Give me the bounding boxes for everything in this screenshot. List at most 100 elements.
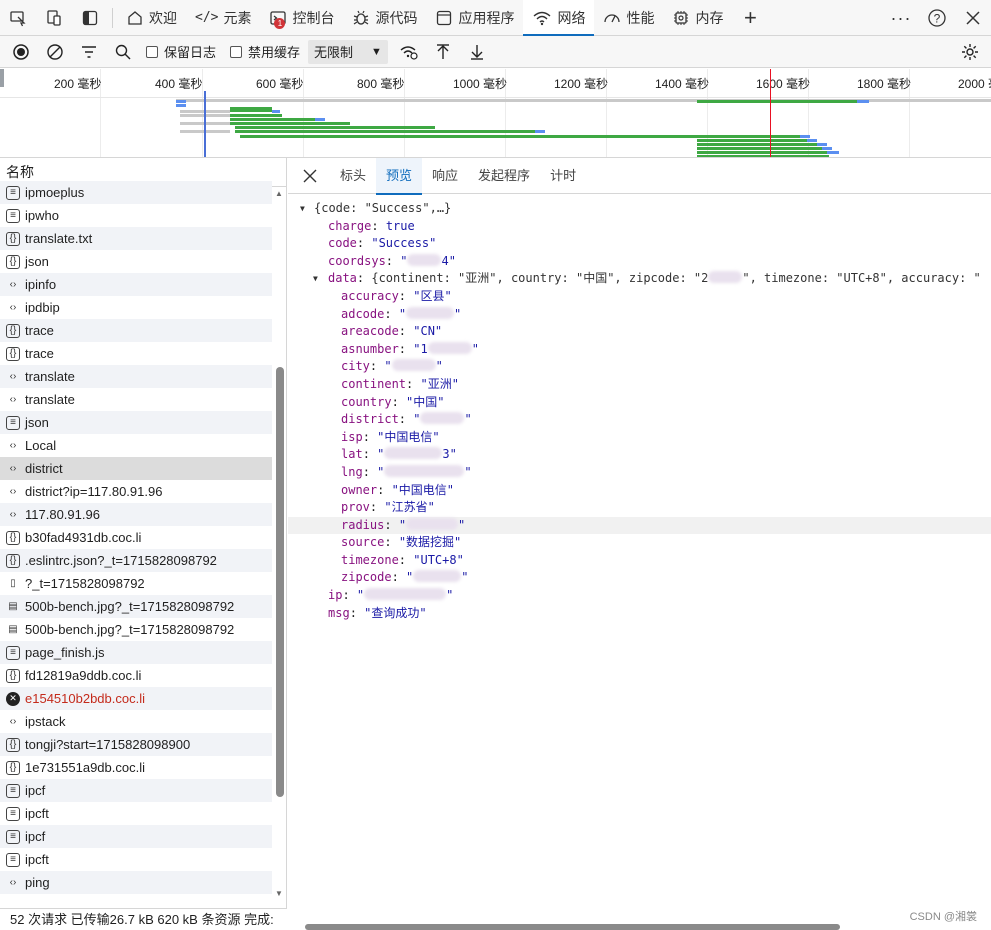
record-icon[interactable]	[4, 37, 38, 67]
help-icon[interactable]: ?	[919, 0, 955, 36]
request-row[interactable]: {} json	[0, 250, 272, 273]
tab-sources[interactable]: 源代码	[343, 0, 426, 36]
json-line-data[interactable]: ▼ data: {continent: "亚洲", country: "中国",…	[288, 270, 991, 288]
dock-side-icon[interactable]	[72, 0, 108, 36]
scrollbar-thumb[interactable]	[276, 367, 284, 797]
tab-console[interactable]: 1 控制台	[260, 0, 343, 36]
request-row[interactable]: ▤ 500b-bench.jpg?_t=1715828098792	[0, 618, 272, 641]
request-row[interactable]: ‹› district?ip=117.80.91.96	[0, 480, 272, 503]
request-row[interactable]: ‹› Local	[0, 434, 272, 457]
settings-gear-icon[interactable]	[953, 37, 987, 67]
more-options-icon[interactable]: ···	[883, 0, 919, 36]
request-row[interactable]: ≡ ipcft	[0, 848, 272, 871]
console-error-badge: 1	[274, 17, 286, 29]
request-list-scrollbar[interactable]: ▲ ▼	[273, 187, 286, 900]
close-devtools-icon[interactable]	[955, 0, 991, 36]
timeline-tick: 600 毫秒	[256, 77, 304, 91]
request-row[interactable]: ‹› district	[0, 457, 272, 480]
request-row[interactable]: ≡ ipcft	[0, 802, 272, 825]
tab-initiator[interactable]: 发起程序	[468, 158, 540, 194]
throttling-select[interactable]: 无限制 ▼	[308, 39, 388, 64]
expand-triangle-icon[interactable]: ▼	[313, 270, 318, 288]
tab-application[interactable]: 应用程序	[426, 0, 523, 36]
code-icon: ‹›	[9, 394, 17, 405]
close-detail-icon[interactable]	[296, 158, 324, 194]
filter-icon[interactable]	[72, 37, 106, 67]
request-row[interactable]: ‹› translate	[0, 365, 272, 388]
request-row[interactable]: {} fd12819a9ddb.coc.li	[0, 664, 272, 687]
code-icon: ‹›	[9, 716, 17, 727]
request-row[interactable]: ‹› ipstack	[0, 710, 272, 733]
request-row[interactable]: {} b30fad4931db.coc.li	[0, 526, 272, 549]
tab-preview[interactable]: 预览	[376, 157, 423, 195]
json-value-tail: 4"	[441, 253, 456, 268]
request-row[interactable]: ‹› translate	[0, 388, 272, 411]
tab-headers[interactable]: 标头	[330, 158, 376, 194]
request-row[interactable]: ▯ ?_t=1715828098792	[0, 572, 272, 595]
preserve-log-label: 保留日志	[164, 45, 217, 60]
inspect-element-icon[interactable]	[0, 0, 36, 36]
tab-network[interactable]: 网络	[523, 0, 595, 37]
request-row[interactable]: ‹› ipdbip	[0, 296, 272, 319]
disable-cache-box[interactable]	[230, 45, 243, 58]
json-key: source	[341, 535, 385, 550]
request-row[interactable]: ✕ e154510b2bdb.coc.li	[0, 687, 272, 710]
tab-response[interactable]: 响应	[422, 158, 468, 194]
json-value: "	[400, 253, 408, 268]
request-name: district?ip=117.80.91.96	[25, 484, 163, 499]
json-value: "	[398, 306, 407, 321]
code-icon: ‹›	[9, 509, 17, 520]
export-har-icon[interactable]	[460, 37, 494, 67]
json-value: "	[413, 412, 421, 427]
json-line-owner: owner: "中国电信"	[341, 482, 455, 497]
request-row[interactable]: {} trace	[0, 342, 272, 365]
request-row[interactable]: {} translate.txt	[0, 227, 272, 250]
tab-performance[interactable]: 性能	[594, 0, 663, 36]
request-row[interactable]: ≡ ipmoeplus	[0, 181, 272, 204]
json-key: accuracy	[341, 288, 399, 303]
tab-memory[interactable]: 内存	[663, 0, 732, 36]
request-row[interactable]: ▤ 500b-bench.jpg?_t=1715828098792	[0, 595, 272, 618]
json-value: "1	[413, 341, 428, 356]
request-row[interactable]: ≡ ipcf	[0, 779, 272, 802]
scroll-down-icon[interactable]: ▼	[275, 889, 283, 898]
clear-icon[interactable]	[38, 37, 72, 67]
timeline-overview[interactable]: 200 毫秒 400 毫秒 600 毫秒 800 毫秒 1000 毫秒 1200…	[0, 69, 991, 158]
tab-elements[interactable]: </> 元素	[186, 0, 260, 36]
json-root-line[interactable]: ▼ {code: "Success",…}	[288, 200, 991, 218]
request-name: ipinfo	[25, 277, 57, 292]
request-row[interactable]: ≡ json	[0, 411, 272, 434]
json-value-tail: "	[461, 570, 469, 585]
timeline-left-handle[interactable]	[0, 69, 4, 87]
scroll-up-icon[interactable]: ▲	[275, 189, 283, 198]
request-row[interactable]: {} tongji?start=1715828098900	[0, 733, 272, 756]
request-row[interactable]: {} .eslintrc.json?_t=1715828098792	[0, 549, 272, 572]
request-row[interactable]: ‹› ping	[0, 871, 272, 894]
request-row[interactable]: ‹› 117.80.91.96	[0, 503, 272, 526]
timeline-tick: 2000 毫秒	[958, 77, 991, 91]
network-conditions-icon[interactable]	[392, 37, 426, 67]
request-row[interactable]: ≡ ipwho	[0, 204, 272, 227]
request-row[interactable]: ‹› ipinfo	[0, 273, 272, 296]
redacted-value	[413, 570, 462, 583]
tab-network-label: 网络	[557, 9, 586, 26]
preserve-log-box[interactable]	[146, 45, 158, 58]
request-row[interactable]: {} 1e731551a9db.coc.li	[0, 756, 272, 779]
tab-welcome[interactable]: 欢迎	[117, 0, 186, 36]
json-value: "UTC+8"	[413, 552, 464, 567]
image-file-icon: ▤	[8, 601, 18, 612]
preserve-log-checkbox[interactable]: 保留日志	[140, 42, 224, 61]
add-tab-icon[interactable]: +	[732, 0, 768, 36]
tab-timing[interactable]: 计时	[540, 158, 586, 194]
import-har-icon[interactable]	[426, 37, 460, 67]
request-row[interactable]: {} trace	[0, 319, 272, 342]
disable-cache-checkbox[interactable]: 禁用缓存	[224, 42, 308, 61]
tab-separator	[112, 7, 113, 28]
request-row[interactable]: ≡ ipcf	[0, 825, 272, 848]
search-icon[interactable]	[106, 37, 140, 67]
expand-triangle-icon[interactable]: ▼	[300, 200, 305, 218]
request-name: translate	[25, 392, 75, 407]
device-emulation-icon[interactable]	[36, 0, 72, 36]
request-row[interactable]: ≡ page_finish.js	[0, 641, 272, 664]
dom-content-loaded-marker	[204, 91, 206, 157]
